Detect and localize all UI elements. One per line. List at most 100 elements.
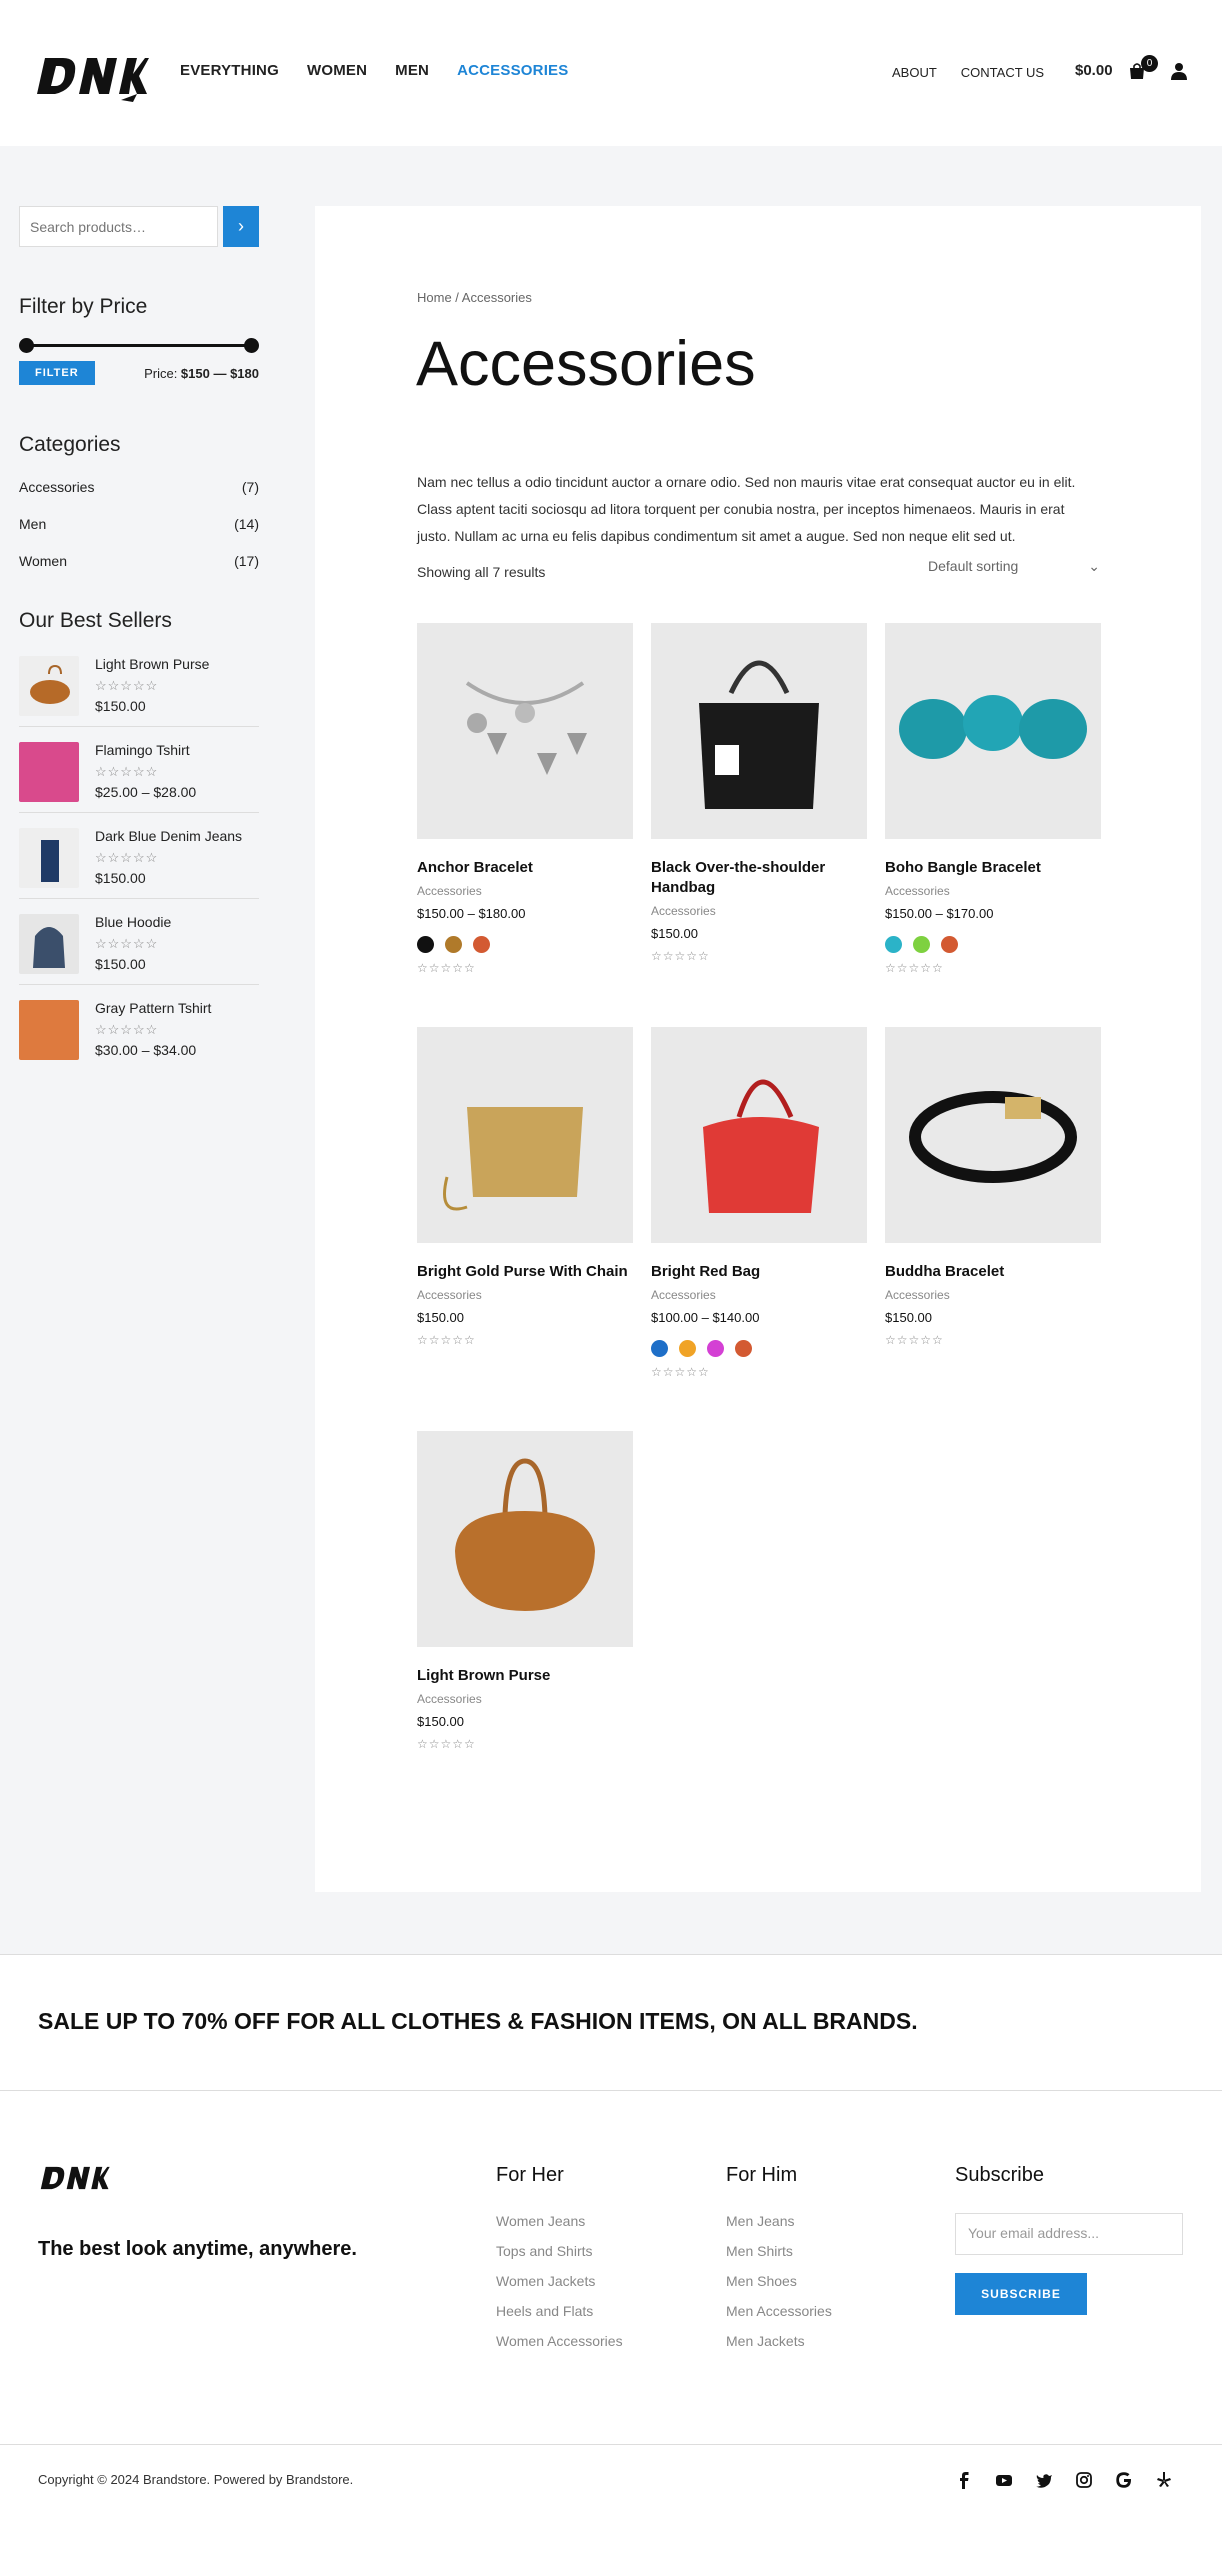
product-name[interactable]: Bright Gold Purse With Chain (417, 1262, 633, 1282)
best-seller-name[interactable]: Flamingo Tshirt (95, 742, 196, 758)
nav-accessories[interactable]: ACCESSORIES (457, 62, 568, 79)
product-card[interactable]: Bright Gold Purse With Chain Accessories… (417, 1027, 633, 1347)
best-seller-item[interactable]: Gray Pattern Tshirt ☆☆☆☆☆ $30.00 – $34.00 (19, 985, 259, 1070)
category-name[interactable]: Women (19, 553, 67, 569)
footer-logo[interactable] (38, 2162, 110, 2194)
nav-men[interactable]: MEN (395, 62, 429, 79)
sort-select[interactable]: Default sorting ⌄ (928, 558, 1100, 575)
search-submit-button[interactable]: › (223, 206, 259, 247)
product-image[interactable] (885, 623, 1101, 839)
best-seller-item[interactable]: Light Brown Purse ☆☆☆☆☆ $150.00 (19, 641, 259, 727)
footer-link[interactable]: Men Jackets (726, 2333, 832, 2349)
youtube-icon[interactable] (995, 2471, 1013, 2489)
product-image[interactable] (651, 623, 867, 839)
product-thumbnail[interactable] (19, 742, 79, 802)
yelp-icon[interactable] (1155, 2471, 1173, 2489)
product-card[interactable]: Light Brown Purse Accessories $150.00 ☆☆… (417, 1431, 633, 1751)
product-card[interactable]: Black Over-the-shoulder Handbag Accessor… (651, 623, 867, 963)
category-item[interactable]: Women (17) (19, 553, 259, 569)
product-name[interactable]: Boho Bangle Bracelet (885, 858, 1101, 878)
product-card[interactable]: Buddha Bracelet Accessories $150.00 ☆☆☆☆… (885, 1027, 1101, 1347)
product-image[interactable] (417, 1431, 633, 1647)
product-category[interactable]: Accessories (651, 1288, 867, 1302)
category-description: Nam nec tellus a odio tincidunt auctor a… (417, 474, 1076, 544)
footer-link[interactable]: Tops and Shirts (496, 2243, 623, 2259)
best-seller-name[interactable]: Gray Pattern Tshirt (95, 1000, 211, 1016)
subscribe-button[interactable]: SUBSCRIBE (955, 2273, 1087, 2315)
category-name[interactable]: Accessories (19, 479, 94, 495)
footer-link[interactable]: Men Shirts (726, 2243, 832, 2259)
price-slider-min-handle[interactable] (19, 338, 34, 353)
price-slider[interactable] (19, 335, 259, 355)
breadcrumb[interactable]: Home / Accessories (417, 290, 532, 305)
price-slider-max-handle[interactable] (244, 338, 259, 353)
product-card[interactable]: Boho Bangle Bracelet Accessories $150.00… (885, 623, 1101, 975)
swatch-blue[interactable] (651, 1340, 668, 1357)
footer-link[interactable]: Women Jackets (496, 2273, 623, 2289)
product-name[interactable]: Bright Red Bag (651, 1262, 867, 1282)
footer-link[interactable]: Women Accessories (496, 2333, 623, 2349)
product-name[interactable]: Light Brown Purse (417, 1666, 633, 1686)
product-category[interactable]: Accessories (651, 904, 867, 918)
swatch-orange[interactable] (473, 936, 490, 953)
product-image[interactable] (651, 1027, 867, 1243)
swatch-orange[interactable] (735, 1340, 752, 1357)
product-category[interactable]: Accessories (885, 1288, 1101, 1302)
nav-about[interactable]: ABOUT (892, 65, 937, 80)
swatch-black[interactable] (417, 936, 434, 953)
search-input[interactable] (19, 206, 218, 247)
swatch-brown[interactable] (445, 936, 462, 953)
footer-link[interactable]: Heels and Flats (496, 2303, 623, 2319)
product-name[interactable]: Black Over-the-shoulder Handbag (651, 858, 867, 898)
best-seller-item[interactable]: Flamingo Tshirt ☆☆☆☆☆ $25.00 – $28.00 (19, 727, 259, 813)
email-field[interactable]: Your email address... (955, 2213, 1183, 2255)
footer-link[interactable]: Women Jeans (496, 2213, 623, 2229)
nav-women[interactable]: WOMEN (307, 62, 367, 79)
twitter-icon[interactable] (1035, 2471, 1053, 2489)
product-image[interactable] (885, 1027, 1101, 1243)
swatch-orange[interactable] (941, 936, 958, 953)
instagram-icon[interactable] (1075, 2471, 1093, 2489)
product-name[interactable]: Anchor Bracelet (417, 858, 633, 878)
brand-logo[interactable] (33, 50, 149, 102)
footer-link[interactable]: Men Jeans (726, 2213, 832, 2229)
best-seller-item[interactable]: Blue Hoodie ☆☆☆☆☆ $150.00 (19, 899, 259, 985)
swatch-yellow[interactable] (679, 1340, 696, 1357)
best-seller-name[interactable]: Blue Hoodie (95, 914, 171, 930)
best-seller-name[interactable]: Light Brown Purse (95, 656, 209, 672)
swatch-teal[interactable] (885, 936, 902, 953)
category-item[interactable]: Men (14) (19, 516, 259, 532)
user-icon[interactable] (1170, 62, 1188, 80)
footer-col-title: For Her (496, 2164, 564, 2186)
facebook-icon[interactable] (955, 2471, 973, 2489)
price-filter-row: FILTER Price: $150 — $180 (19, 361, 259, 385)
footer-link[interactable]: Men Accessories (726, 2303, 832, 2319)
swatch-magenta[interactable] (707, 1340, 724, 1357)
google-icon[interactable] (1115, 2471, 1133, 2489)
product-thumbnail[interactable] (19, 828, 79, 888)
footer-tagline: The best look anytime, anywhere. (38, 2238, 357, 2260)
filter-button[interactable]: FILTER (19, 361, 95, 385)
product-card[interactable]: Anchor Bracelet Accessories $150.00 – $1… (417, 623, 633, 975)
best-seller-name[interactable]: Dark Blue Denim Jeans (95, 828, 242, 844)
cart-total[interactable]: $0.00 (1075, 62, 1113, 79)
product-name[interactable]: Buddha Bracelet (885, 1262, 1101, 1282)
product-category[interactable]: Accessories (417, 884, 633, 898)
product-thumbnail[interactable] (19, 1000, 79, 1060)
best-sellers-list: Light Brown Purse ☆☆☆☆☆ $150.00 Flamingo T… (19, 641, 259, 1070)
product-card[interactable]: Bright Red Bag Accessories $100.00 – $14… (651, 1027, 867, 1379)
best-seller-item[interactable]: Dark Blue Denim Jeans ☆☆☆☆☆ $150.00 (19, 813, 259, 899)
nav-contact[interactable]: CONTACT US (961, 65, 1044, 80)
product-image[interactable] (417, 1027, 633, 1243)
category-item[interactable]: Accessories (7) (19, 479, 259, 495)
product-category[interactable]: Accessories (417, 1692, 633, 1706)
footer-link[interactable]: Men Shoes (726, 2273, 832, 2289)
product-thumbnail[interactable] (19, 656, 79, 716)
product-image[interactable] (417, 623, 633, 839)
product-category[interactable]: Accessories (885, 884, 1101, 898)
product-category[interactable]: Accessories (417, 1288, 633, 1302)
swatch-green[interactable] (913, 936, 930, 953)
nav-everything[interactable]: EVERYTHING (180, 62, 279, 79)
product-thumbnail[interactable] (19, 914, 79, 974)
category-name[interactable]: Men (19, 516, 46, 532)
